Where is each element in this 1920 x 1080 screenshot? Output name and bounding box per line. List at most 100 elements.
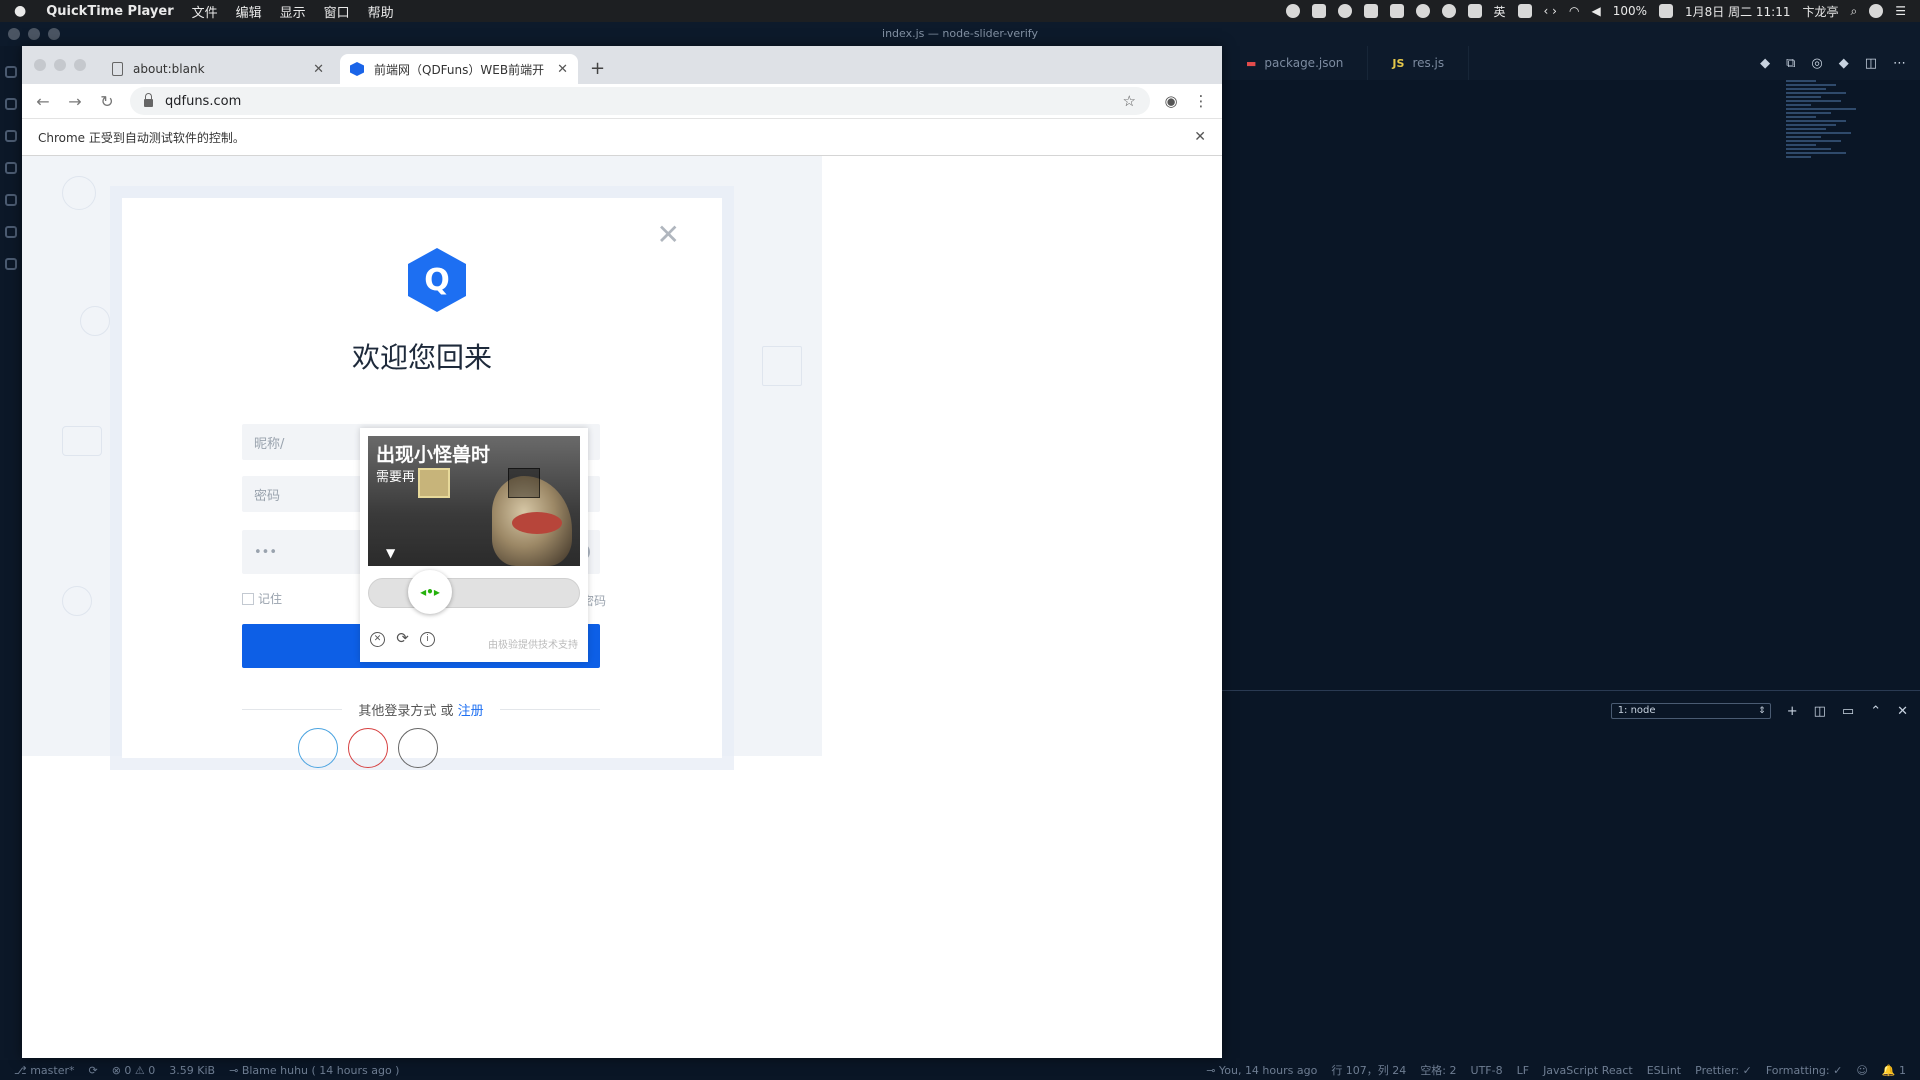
settings-icon[interactable] [5,258,17,270]
encoding-status[interactable]: UTF-8 [1471,1064,1503,1077]
lock-icon[interactable] [144,93,153,107]
infobar-close-icon[interactable]: ✕ [1194,129,1206,145]
new-terminal-icon[interactable]: + [1787,704,1798,719]
notification-center-icon[interactable]: ☰ [1895,4,1906,18]
tab-package-json[interactable]: ▬ package.json [1222,46,1369,80]
social-login-github[interactable] [398,728,438,768]
input-method[interactable]: 英 [1494,3,1506,20]
file-size: 3.59 KiB [169,1063,216,1077]
minimap[interactable] [1786,80,1866,320]
problems-status[interactable]: ⊗ 0 ⚠ 0 [112,1064,156,1077]
close-circle-icon[interactable]: ✕ [370,632,385,647]
vpn-icon[interactable] [1441,4,1456,18]
eslint-status[interactable]: ESLint [1647,1064,1681,1077]
chrome-minimize-button[interactable] [54,59,66,71]
menu-help[interactable]: 帮助 [368,2,394,21]
chrome-menu-icon[interactable]: ⋮ [1192,92,1210,110]
refresh-icon[interactable]: ⟳ [395,631,410,647]
chrome-window: about:blank ✕ 前端网（QDFuns）WEB前端开 ✕ + ← → … [22,46,1222,1058]
notifications-status[interactable]: 🔔 1 [1882,1064,1906,1077]
indent-status[interactable]: 空格: 2 [1420,1062,1456,1078]
menu-view[interactable]: 显示 [280,2,306,21]
split-editor-icon[interactable]: ◫ [1865,56,1877,71]
panel-divider[interactable] [1222,690,1920,691]
remote-icon[interactable] [5,226,17,238]
git-compare-icon[interactable]: ◆ [1760,56,1770,71]
explorer-icon[interactable] [5,66,17,78]
split-terminal-icon[interactable]: ◫ [1814,704,1826,719]
forward-icon[interactable]: → [66,92,84,111]
slider-handle[interactable]: ◂•▸ [408,570,452,614]
source-control-icon[interactable] [5,130,17,142]
user-name[interactable]: 卞龙亭 [1802,3,1838,20]
volume-icon[interactable]: ◀ [1591,4,1600,18]
tab-res-js[interactable]: JS res.js [1368,46,1470,80]
wechat-icon[interactable] [1311,4,1326,18]
modal-close-icon[interactable]: ✕ [657,218,680,251]
feedback-icon[interactable]: ☺ [1856,1064,1867,1077]
menu-window[interactable]: 窗口 [324,2,350,21]
info-icon[interactable]: i [420,632,435,647]
social-login-qq[interactable] [298,728,338,768]
close-panel-icon[interactable]: ✕ [1897,704,1908,719]
cursor-position[interactable]: 行 107，列 24 [1331,1062,1406,1078]
extensions-icon[interactable] [5,194,17,206]
clock[interactable]: 1月8日 周二 11:11 [1685,3,1790,20]
gauge-icon[interactable] [1337,4,1352,18]
debug-icon[interactable] [5,162,17,174]
infobar-text: Chrome 正受到自动测试软件的控制。 [38,130,245,145]
prettier-status[interactable]: Prettier: ✓ [1695,1064,1752,1077]
preview-icon[interactable]: ◎ [1811,56,1822,71]
s-icon[interactable] [1659,4,1673,18]
open-changes-icon[interactable]: ⧉ [1786,56,1795,71]
remember-checkbox[interactable] [242,592,254,605]
clipboard-icon[interactable] [1517,4,1532,18]
b-icon[interactable] [1415,4,1430,18]
sync-icon[interactable]: ⟳ [88,1064,97,1077]
editor-tabs: ▬ package.json JS res.js ◆ ⧉ ◎ ◆ ◫ ⋯ [1222,46,1920,80]
tab-close-icon[interactable]: ✕ [313,62,324,77]
profile-icon[interactable]: ◉ [1162,92,1180,110]
code-brackets-icon[interactable]: ‹ › [1544,4,1557,18]
terminal-select[interactable]: 1: node [1610,703,1771,719]
menu-edit[interactable]: 编辑 [236,2,262,21]
wifi-icon[interactable]: ◠ [1569,4,1579,18]
chrome-zoom-button[interactable] [74,59,86,71]
cloud-icon[interactable] [1389,4,1404,18]
author-status[interactable]: ⊸ You, 14 hours ago [1206,1064,1317,1077]
spotlight-icon[interactable]: ⌕ [1851,4,1858,19]
new-tab-icon[interactable]: + [590,58,605,79]
battery-text[interactable]: 100% [1613,4,1647,18]
git-icon[interactable]: ◆ [1839,56,1849,71]
remember-me[interactable]: 记住 [242,590,282,607]
search-icon[interactable] [5,98,17,110]
docker-icon[interactable] [1363,4,1378,18]
trash-icon[interactable]: ▭ [1842,704,1854,719]
git-blame[interactable]: ⊸ Blame huhu ( 14 hours ago ) [229,1064,399,1077]
chrome-close-button[interactable] [34,59,46,71]
tab-qdfuns[interactable]: 前端网（QDFuns）WEB前端开 ✕ [340,54,578,84]
tab-title: about:blank [133,62,205,76]
language-status[interactable]: JavaScript React [1543,1064,1633,1077]
more-actions-icon[interactable]: ⋯ [1893,56,1906,71]
social-login-weibo[interactable] [348,728,388,768]
register-link[interactable]: 注册 [458,704,484,719]
record-icon[interactable] [1285,4,1300,18]
branch-status[interactable]: ⎇ master* [14,1064,74,1077]
tab-about-blank[interactable]: about:blank ✕ [102,54,334,84]
cloud-upload-icon[interactable] [1467,4,1482,18]
app-name[interactable]: QuickTime Player [46,4,173,19]
eol-status[interactable]: LF [1517,1064,1529,1077]
formatting-status[interactable]: Formatting: ✓ [1766,1064,1843,1077]
slider-track[interactable] [368,578,580,608]
bookmark-star-icon[interactable]: ☆ [1123,92,1136,110]
menu-file[interactable]: 文件 [192,2,218,21]
address-bar[interactable]: qdfuns.com ☆ [130,87,1150,115]
decor-circle [62,586,92,616]
back-icon[interactable]: ← [34,92,52,111]
tab-close-icon[interactable]: ✕ [557,62,568,77]
chevron-up-icon[interactable]: ⌃ [1870,704,1881,719]
apple-icon[interactable]: ● [14,3,26,19]
siri-icon[interactable] [1869,4,1884,18]
reload-icon[interactable]: ↻ [98,92,116,111]
